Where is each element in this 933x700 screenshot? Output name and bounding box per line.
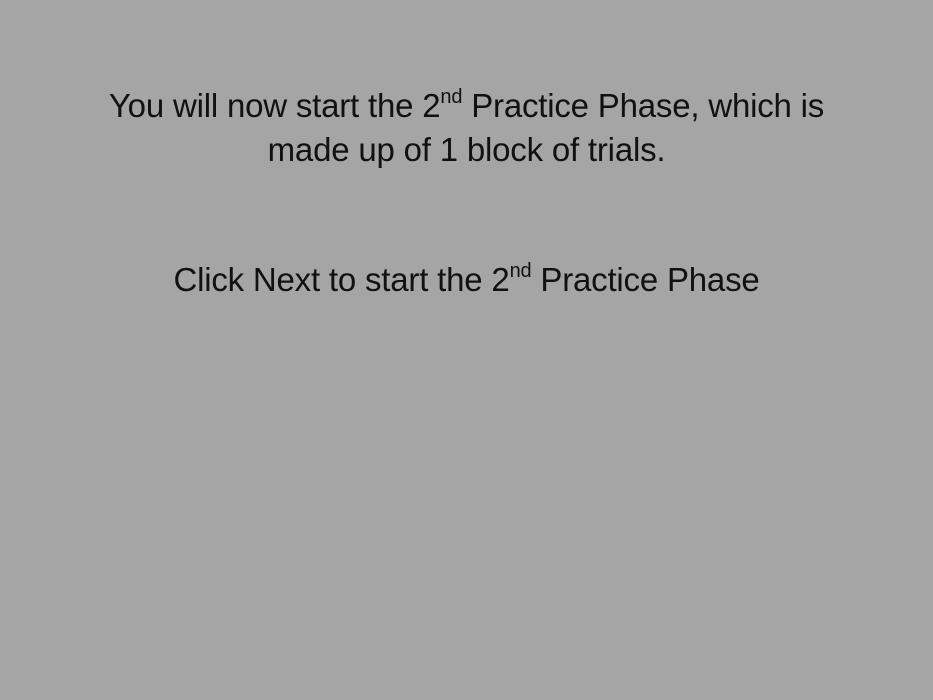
next-prompt-after: Practice Phase: [531, 261, 760, 298]
next-prompt-line: Click Next to start the 2nd Practice Pha…: [40, 258, 893, 302]
ordinal-suffix: nd: [440, 86, 463, 108]
instruction-screen: You will now start the 2nd Practice Phas…: [0, 0, 933, 700]
ordinal-suffix: nd: [509, 260, 532, 282]
intro-line-1-after: Practice Phase, which is: [462, 87, 825, 124]
next-prompt-before: Click Next to start the 2: [173, 261, 510, 298]
next-prompt-text: Click Next to start the 2nd Practice Pha…: [40, 258, 893, 302]
intro-line-1-before: You will now start the 2: [108, 87, 441, 124]
intro-instruction-text: You will now start the 2nd Practice Phas…: [40, 84, 893, 172]
intro-line-1: You will now start the 2nd Practice Phas…: [40, 84, 893, 128]
intro-line-2: made up of 1 block of trials.: [267, 131, 666, 168]
